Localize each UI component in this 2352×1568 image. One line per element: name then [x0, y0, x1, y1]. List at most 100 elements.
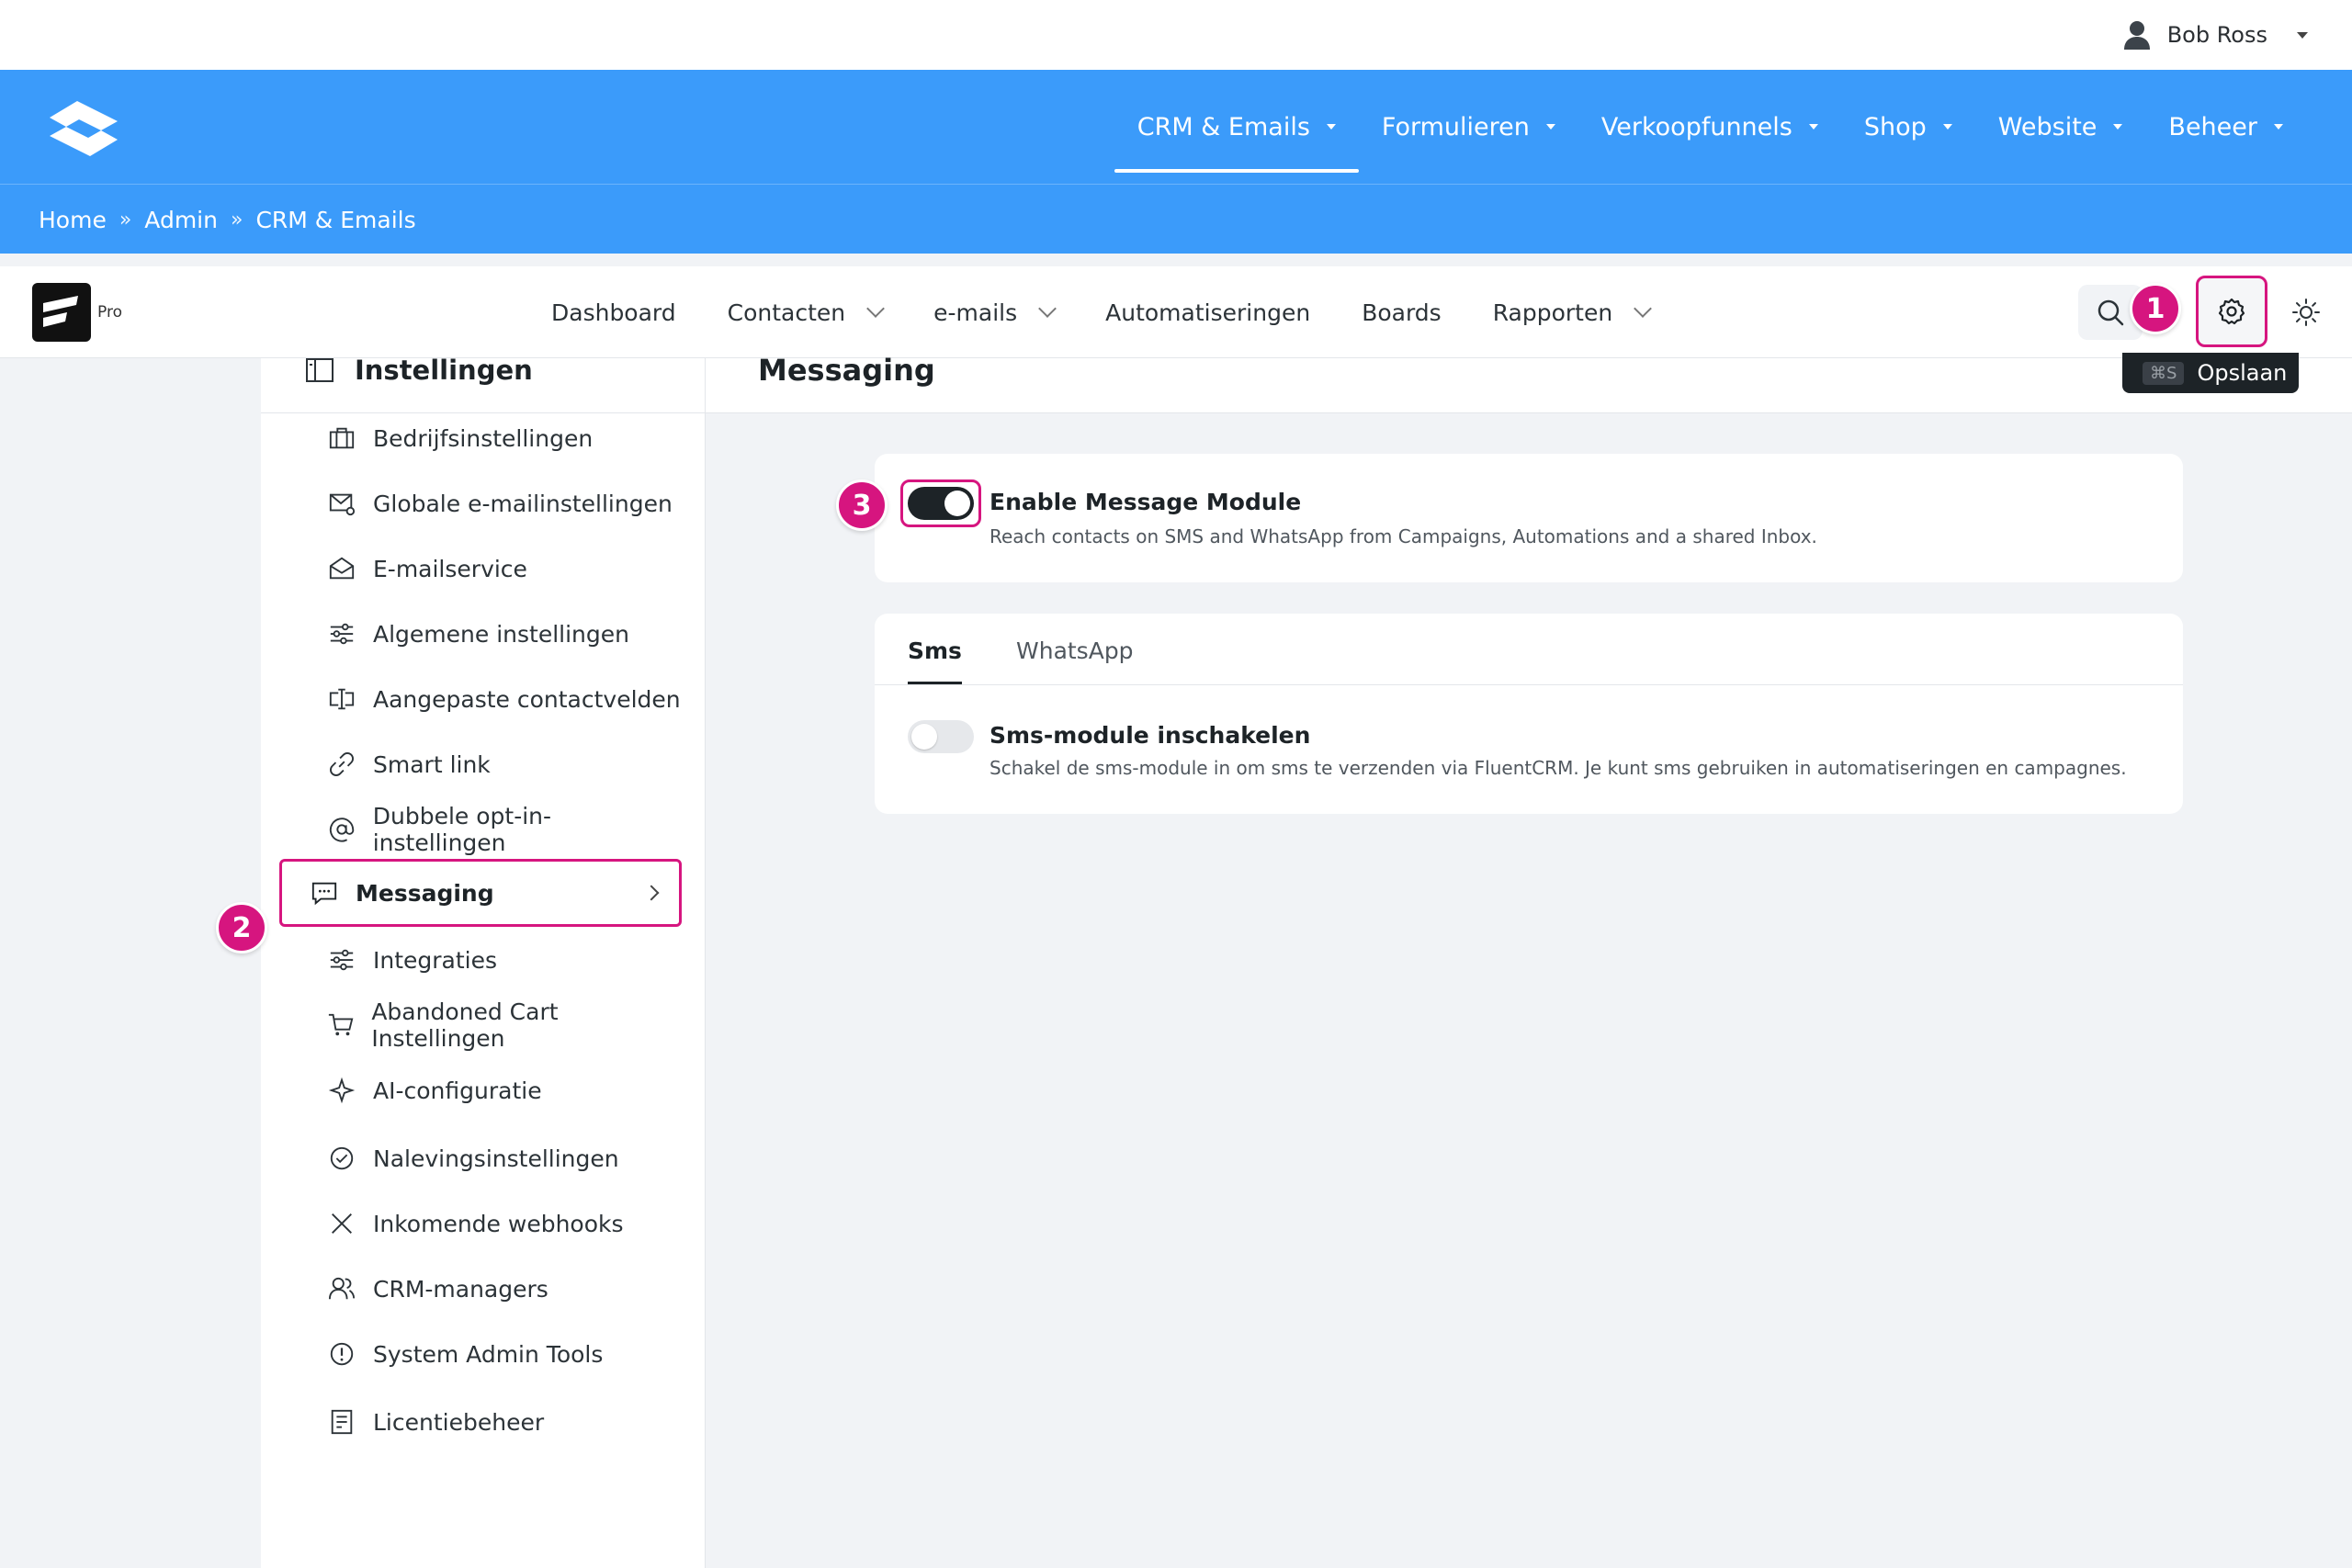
sidebar-item-aangepaste-contactvelden[interactable]: Aangepaste contactvelden: [281, 665, 682, 733]
sidebar-item-licentiebeheer[interactable]: Licentiebeheer: [281, 1388, 682, 1456]
caret-down-icon: [1326, 124, 1336, 130]
sun-icon: [2291, 298, 2321, 327]
caret-down-icon: [1545, 124, 1555, 130]
sidebar-item-inkomende-webhooks[interactable]: Inkomende webhooks: [281, 1190, 682, 1258]
breadcrumb-separator: »: [230, 208, 243, 231]
text-field-icon: [327, 684, 356, 714]
sidebar-item-dubbele-opt-in-instellingen[interactable]: Dubbele opt-in-instellingen: [281, 795, 682, 863]
sidebar-item-globale-e-mailinstellingen[interactable]: Globale e-mailinstellingen: [281, 469, 682, 537]
breadcrumb-separator: »: [119, 208, 132, 231]
chevron-down-icon: [866, 299, 886, 318]
settings-button[interactable]: [2196, 276, 2267, 347]
link-icon: [327, 750, 356, 779]
breadcrumb-admin[interactable]: Admin: [144, 207, 218, 233]
sidebar-item-integraties[interactable]: Integraties: [281, 926, 682, 994]
sidebar-item-nalevingsinstellingen[interactable]: Nalevingsinstellingen: [281, 1124, 682, 1192]
annotation-badge-1: 1: [2130, 283, 2181, 334]
sidebar-item-label: CRM-managers: [373, 1275, 548, 1303]
module-title: Enable Message Module: [989, 489, 1302, 515]
top-menu-item-shop[interactable]: Shop: [1841, 70, 1975, 184]
page-header: Messaging: [706, 353, 2352, 413]
sidebar-item-label: System Admin Tools: [373, 1340, 604, 1368]
check-circle-icon: [327, 1144, 356, 1173]
fluentcrm-nav-bar: Pro Dashboard Contacten e-mails Automati…: [0, 266, 2352, 358]
sidebar-item-e-mailservice[interactable]: E-mailservice: [281, 535, 682, 603]
annotation-badge-2: 2: [216, 902, 267, 953]
annotation-badge-3: 3: [836, 479, 888, 531]
sms-description: Schakel de sms-module in om sms te verze…: [989, 757, 2127, 779]
sidebar-item-algemene-instellingen[interactable]: Algemene instellingen: [281, 600, 682, 668]
sidebar-item-label: Abandoned Cart Instellingen: [371, 998, 559, 1052]
gear-icon: [2217, 297, 2246, 326]
sidebar-item-label: Messaging: [356, 879, 494, 907]
mail-open-icon: [327, 554, 356, 583]
module-description: Reach contacts on SMS and WhatsApp from …: [989, 525, 1817, 547]
sliders-icon: [327, 945, 356, 975]
breadcrumb: Home » Admin » CRM & Emails: [0, 184, 2352, 254]
user-name: Bob Ross: [2166, 22, 2267, 48]
site-logo[interactable]: [42, 94, 125, 164]
save-button[interactable]: ⌘S Opslaan: [2122, 353, 2299, 393]
channel-settings-card: Sms WhatsApp: [875, 614, 2183, 814]
sidebar-item-label: Licentiebeheer: [373, 1408, 545, 1436]
caret-down-icon: [1808, 124, 1818, 130]
sidebar-item-smart-link[interactable]: Smart link: [281, 730, 682, 798]
sidebar-item-label: AI-configuratie: [373, 1077, 542, 1104]
sidebar-title: Instellingen: [355, 355, 533, 386]
admin-user-bar: Bob Ross: [0, 0, 2352, 70]
theme-toggle-button[interactable]: [2278, 285, 2334, 340]
sidebar-item-ai-configuratie[interactable]: AI-configuratie: [281, 1056, 682, 1124]
chevron-right-icon: [643, 885, 660, 901]
sidebar-item-label: E-mailservice: [373, 555, 527, 582]
enable-message-module-toggle[interactable]: [908, 487, 974, 520]
save-label: Opslaan: [2197, 360, 2288, 386]
top-menu-item-formulieren[interactable]: Formulieren: [1359, 70, 1578, 184]
sidebar-item-messaging[interactable]: Messaging: [279, 859, 682, 927]
at-icon: [327, 815, 356, 844]
mail-settings-icon: [327, 489, 356, 518]
webhook-icon: [327, 1209, 356, 1238]
nav-automatiseringen[interactable]: Automatiseringen: [1105, 299, 1310, 326]
sidebar-item-label: Globale e-mailinstellingen: [373, 490, 673, 517]
toggle-knob: [944, 491, 970, 516]
sidebar-item-label: Smart link: [373, 750, 491, 778]
page-title: Messaging: [758, 353, 935, 388]
breadcrumb-home[interactable]: Home: [39, 207, 107, 233]
settings-book-icon: [305, 358, 334, 384]
tab-whatsapp[interactable]: WhatsApp: [1016, 637, 1134, 664]
briefcase-icon: [327, 423, 356, 453]
chevron-down-icon: [1634, 299, 1653, 318]
sidebar-item-system-admin-tools[interactable]: System Admin Tools: [281, 1320, 682, 1388]
top-menu-item-crm[interactable]: CRM & Emails: [1114, 70, 1360, 184]
nav-contacten[interactable]: Contacten: [728, 299, 886, 326]
breadcrumb-current: CRM & Emails: [255, 206, 416, 233]
fluentcrm-logo[interactable]: [32, 283, 91, 342]
nav-emails[interactable]: e-mails: [933, 299, 1057, 326]
license-icon: [327, 1407, 356, 1437]
top-menu-item-beheer[interactable]: Beheer: [2145, 70, 2306, 184]
nav-rapporten[interactable]: Rapporten: [1493, 299, 1653, 326]
sidebar-item-label: Algemene instellingen: [373, 620, 629, 648]
nav-dashboard[interactable]: Dashboard: [551, 299, 676, 326]
message-icon: [310, 878, 339, 908]
sparkle-icon: [327, 1076, 356, 1105]
tab-sms[interactable]: Sms: [908, 637, 962, 684]
sidebar-item-bedrijfsinstellingen[interactable]: Bedrijfsinstellingen: [281, 404, 682, 472]
user-menu[interactable]: Bob Ross: [2123, 17, 2308, 53]
app-nav: Dashboard Contacten e-mails Automatiseri…: [551, 266, 1701, 358]
top-menu-item-website[interactable]: Website: [1975, 70, 2146, 184]
caret-down-icon: [2297, 31, 2308, 39]
sidebar-item-label: Aangepaste contactvelden: [373, 685, 681, 713]
chevron-down-icon: [1038, 299, 1057, 318]
user-icon: [2123, 20, 2151, 50]
settings-sidebar: Instellingen Bedrijfsinstellingen Globale…: [261, 355, 706, 1568]
sidebar-item-crm-managers[interactable]: CRM-managers: [281, 1255, 682, 1323]
top-menu-item-verkoopfunnels[interactable]: Verkoopfunnels: [1578, 70, 1841, 184]
search-icon: [2096, 298, 2125, 327]
sms-module-toggle[interactable]: [908, 720, 974, 753]
nav-boards[interactable]: Boards: [1362, 299, 1442, 326]
sidebar-item-abandoned-cart-instellingen[interactable]: Abandoned Cart Instellingen: [281, 991, 682, 1059]
caret-down-icon: [2113, 124, 2123, 130]
cart-icon: [327, 1010, 355, 1040]
sidebar-item-label: Integraties: [373, 946, 498, 974]
